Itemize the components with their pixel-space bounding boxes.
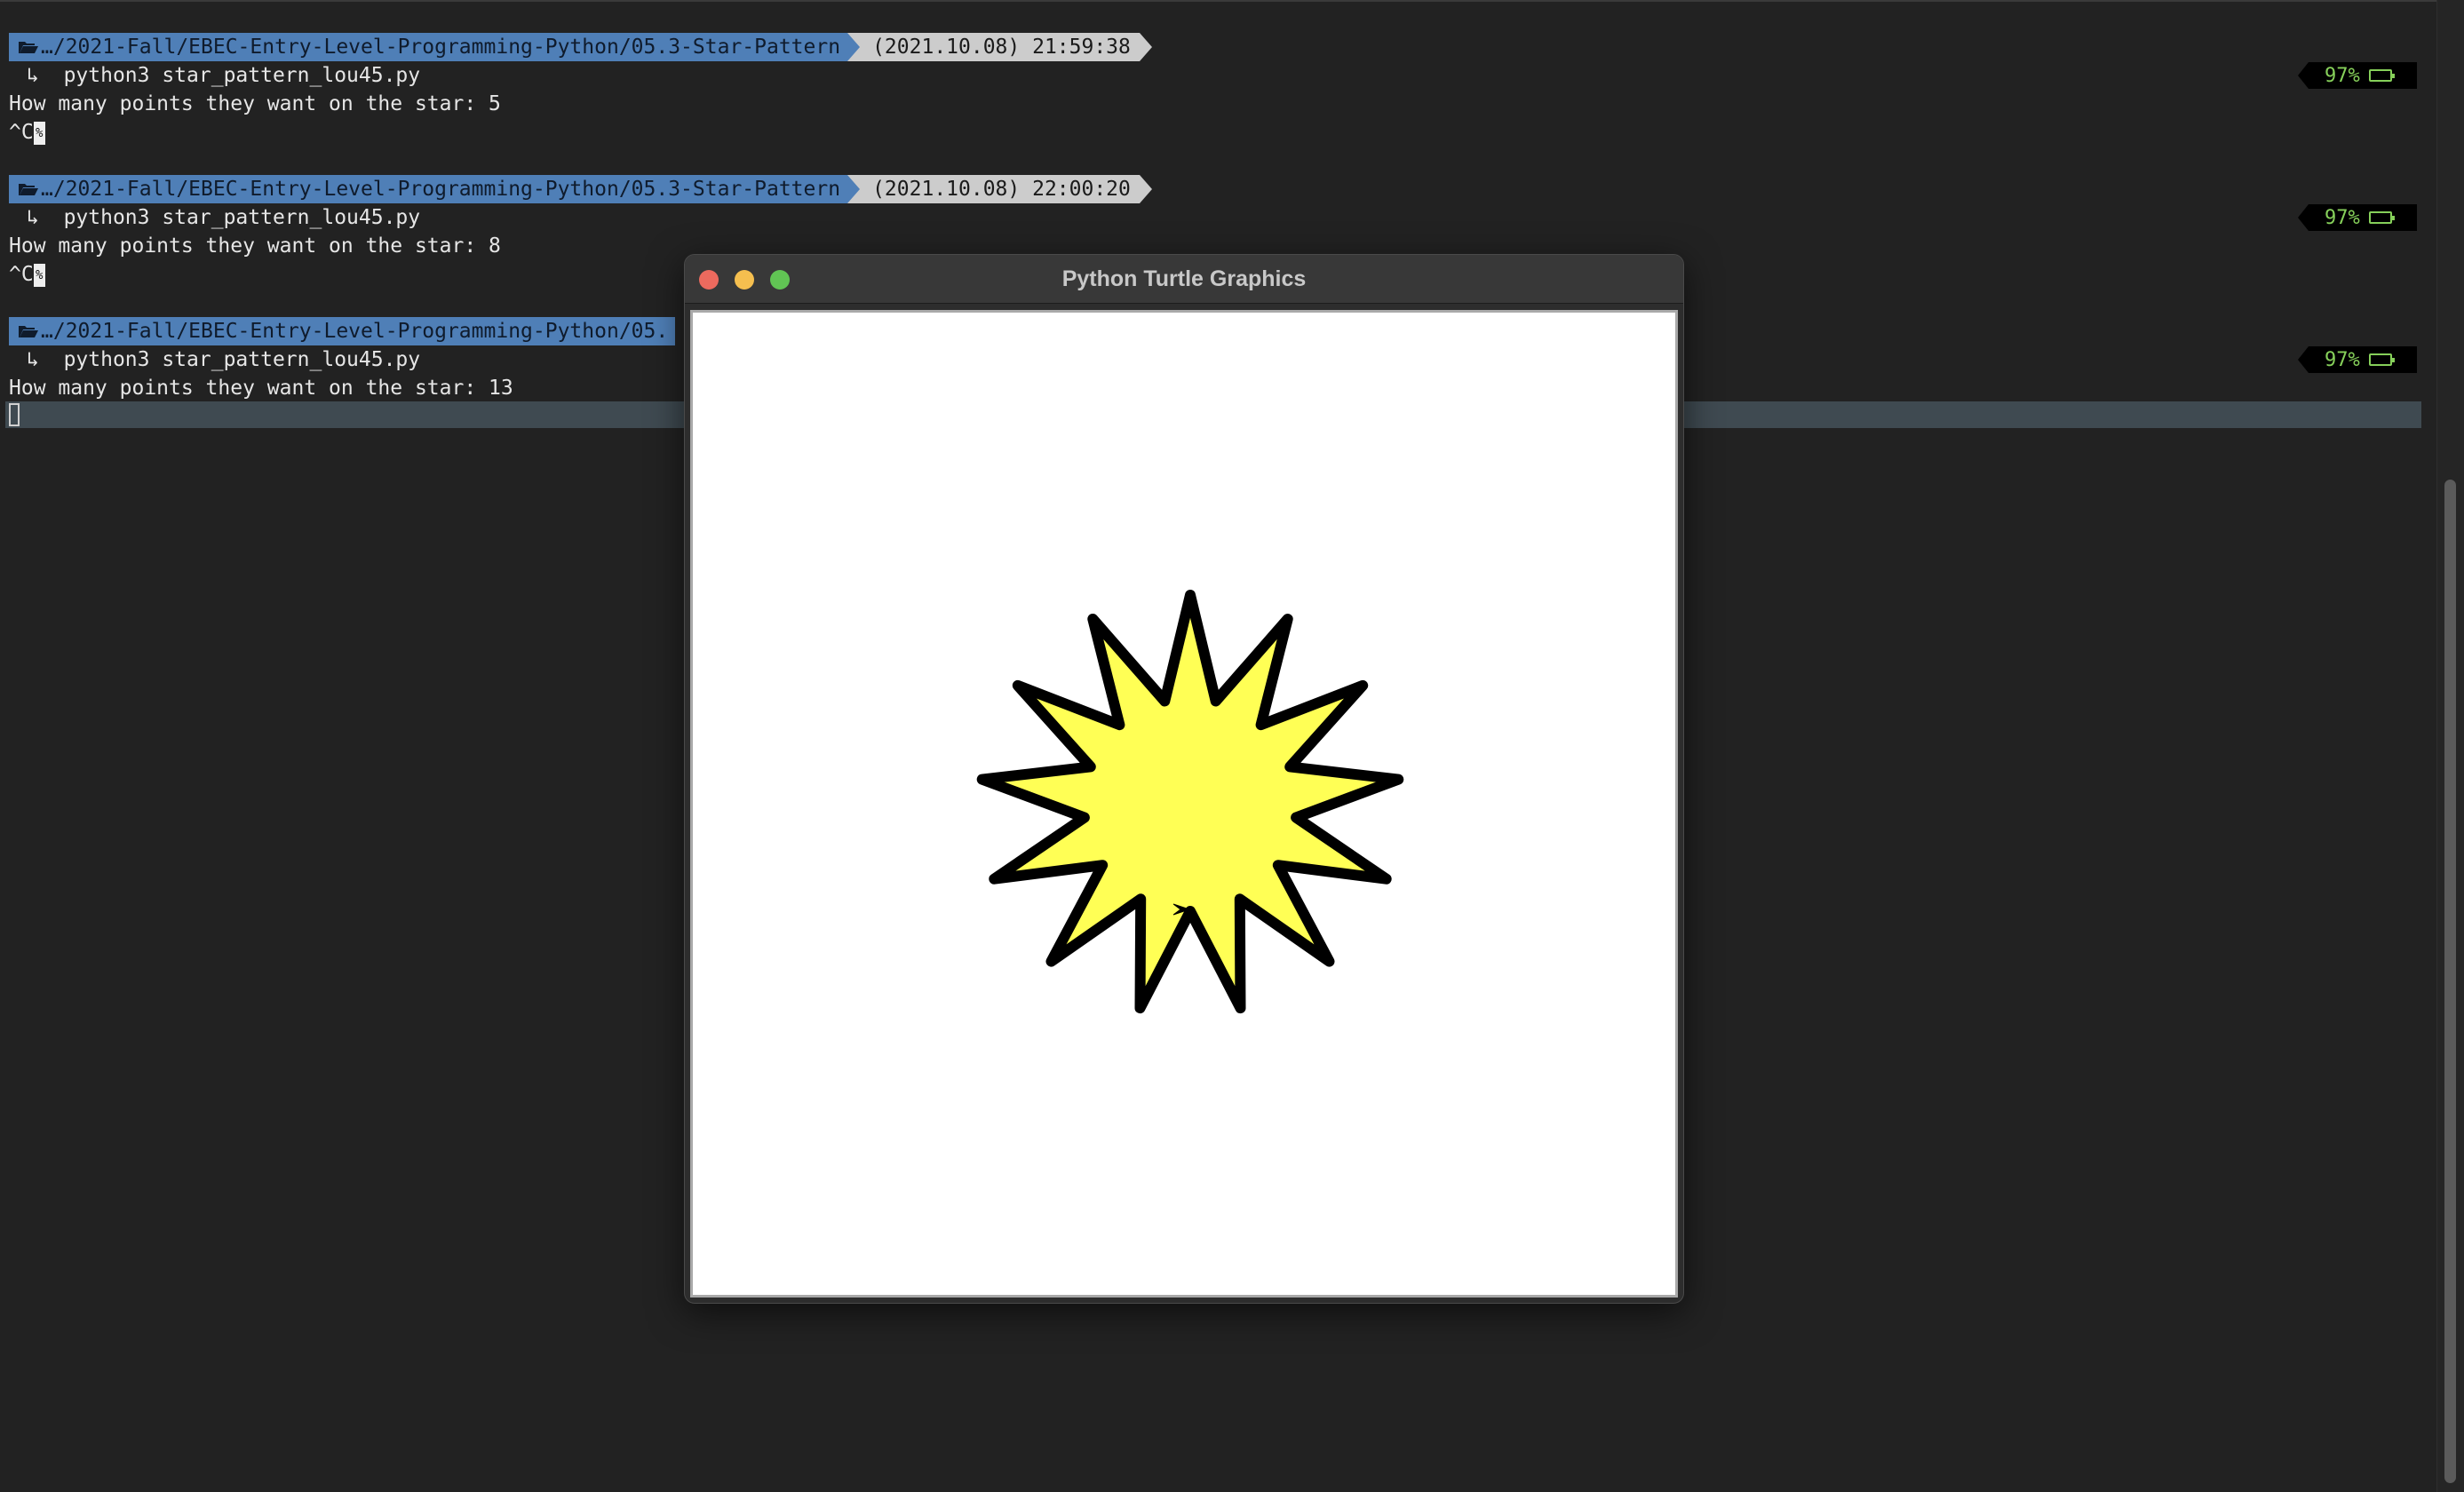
battery-segment: 97% bbox=[2309, 62, 2417, 89]
prompt-path-segment: …/2021-Fall/EBEC-Entry-Level-Programming… bbox=[9, 317, 676, 345]
command-line-2: ↳ python3 star_pattern_lou45.py bbox=[9, 203, 420, 232]
prompt-path-text: …/2021-Fall/EBEC-Entry-Level-Programming… bbox=[41, 36, 841, 59]
prompt-path-segment: …/2021-Fall/EBEC-Entry-Level-Programming… bbox=[9, 33, 848, 61]
powerline-separator bbox=[1139, 33, 1152, 61]
battery-segment: 97% bbox=[2309, 346, 2417, 373]
output-line-1: How many points they want on the star: 5 bbox=[9, 92, 501, 115]
output-line-2: How many points they want on the star: 8 bbox=[9, 234, 501, 258]
turtle-canvas[interactable] bbox=[693, 313, 1675, 1295]
end-of-line-marker: % bbox=[33, 263, 45, 287]
prompt-line-1: …/2021-Fall/EBEC-Entry-Level-Programming… bbox=[9, 33, 1152, 61]
terminal-cursor bbox=[9, 403, 20, 426]
interrupt-text: ^C bbox=[9, 121, 34, 144]
prompt-path-text: …/2021-Fall/EBEC-Entry-Level-Programming… bbox=[41, 320, 669, 343]
battery-icon bbox=[2368, 69, 2395, 82]
command-arrow: ↳ bbox=[27, 64, 39, 87]
battery-status-1: 97% bbox=[2298, 62, 2417, 89]
powerline-separator bbox=[2298, 204, 2309, 231]
close-button[interactable] bbox=[699, 270, 719, 290]
output-line-3: How many points they want on the star: 1… bbox=[9, 377, 513, 400]
battery-segment: 97% bbox=[2309, 204, 2417, 231]
window-top-edge bbox=[0, 0, 2464, 2]
canvas-frame bbox=[690, 310, 1678, 1298]
end-of-line-marker: % bbox=[33, 121, 45, 145]
battery-percent: 97% bbox=[2325, 348, 2360, 371]
command-text: python3 star_pattern_lou45.py bbox=[63, 348, 421, 371]
battery-percent: 97% bbox=[2325, 206, 2360, 229]
window-titlebar[interactable]: Python Turtle Graphics bbox=[685, 255, 1683, 304]
star-shape bbox=[976, 590, 1404, 1014]
minimize-button[interactable] bbox=[735, 270, 754, 290]
prompt-timestamp: (2021.10.08) 21:59:38 bbox=[860, 33, 1140, 61]
command-text: python3 star_pattern_lou45.py bbox=[63, 206, 421, 229]
folder-open-icon bbox=[19, 42, 38, 53]
battery-percent: 97% bbox=[2325, 64, 2360, 87]
vertical-scrollbar[interactable] bbox=[2436, 0, 2464, 1492]
prompt-line-2: …/2021-Fall/EBEC-Entry-Level-Programming… bbox=[9, 175, 1152, 203]
battery-status-3: 97% bbox=[2298, 346, 2417, 373]
maximize-button[interactable] bbox=[770, 270, 790, 290]
command-text: python3 star_pattern_lou45.py bbox=[63, 64, 421, 87]
command-line-1: ↳ python3 star_pattern_lou45.py bbox=[9, 61, 420, 90]
command-arrow: ↳ bbox=[27, 206, 39, 229]
prompt-path-segment: …/2021-Fall/EBEC-Entry-Level-Programming… bbox=[9, 175, 848, 203]
terminal-screen: …/2021-Fall/EBEC-Entry-Level-Programming… bbox=[0, 0, 2464, 1492]
powerline-separator bbox=[847, 175, 861, 203]
battery-icon bbox=[2368, 353, 2395, 366]
window-title: Python Turtle Graphics bbox=[1061, 266, 1307, 291]
interrupt-text: ^C bbox=[9, 263, 34, 286]
prompt-timestamp: (2021.10.08) 22:00:20 bbox=[860, 175, 1140, 203]
interrupt-line-1: ^C% bbox=[9, 118, 45, 147]
powerline-separator bbox=[1139, 175, 1152, 203]
folder-open-icon bbox=[19, 326, 38, 337]
prompt-path-text: …/2021-Fall/EBEC-Entry-Level-Programming… bbox=[41, 178, 841, 201]
prompt-line-3: …/2021-Fall/EBEC-Entry-Level-Programming… bbox=[9, 317, 676, 345]
battery-icon bbox=[2368, 211, 2395, 224]
battery-status-2: 97% bbox=[2298, 204, 2417, 231]
folder-open-icon bbox=[19, 184, 38, 195]
command-line-3: ↳ python3 star_pattern_lou45.py bbox=[9, 345, 420, 374]
powerline-separator bbox=[2298, 346, 2309, 373]
scrollbar-thumb[interactable] bbox=[2444, 480, 2456, 1483]
command-arrow: ↳ bbox=[27, 348, 39, 371]
interrupt-line-2: ^C% bbox=[9, 260, 45, 289]
powerline-separator bbox=[2298, 62, 2309, 89]
powerline-separator bbox=[847, 33, 861, 61]
turtle-graphics-window[interactable]: Python Turtle Graphics bbox=[684, 254, 1684, 1304]
